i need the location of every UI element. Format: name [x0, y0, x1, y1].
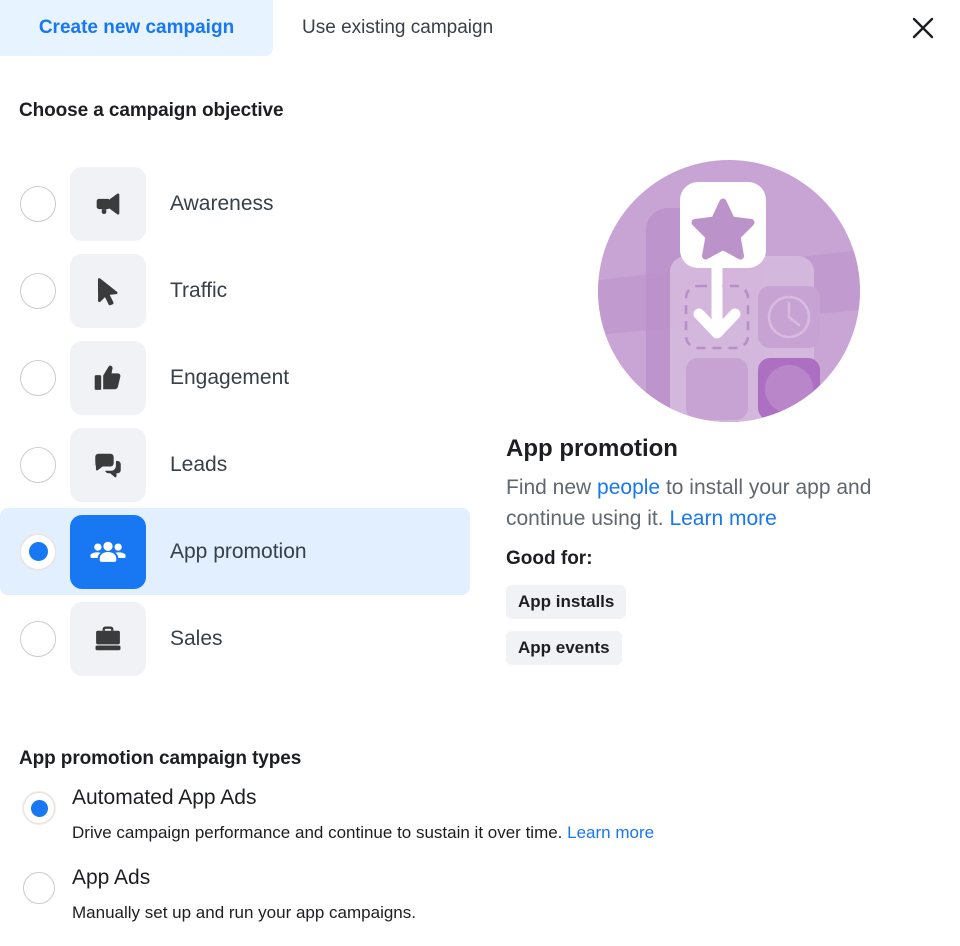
tab-use-existing-campaign-label: Use existing campaign	[302, 17, 494, 38]
detail-learn-more-link[interactable]: Learn more	[669, 507, 776, 530]
campaign-type-desc-automated-app-ads: Drive campaign performance and continue …	[72, 823, 654, 843]
objective-label-engagement: Engagement	[170, 365, 290, 389]
app-install-illustration	[598, 160, 860, 422]
close-icon	[912, 17, 934, 39]
campaign-types-title: App promotion campaign types	[19, 748, 302, 769]
cursor-arrow-icon	[97, 277, 118, 305]
objective-row-leads[interactable]: Leads	[0, 421, 470, 508]
thumbs-up-icon-tile	[70, 340, 146, 415]
objective-label-app-promotion: App promotion	[170, 539, 307, 563]
objective-list: Awareness Traffic Engagement Leads App p…	[0, 160, 470, 682]
detail-description: Find new people to install your app and …	[506, 472, 916, 534]
people-link[interactable]: people	[597, 476, 660, 499]
objective-radio-traffic[interactable]	[20, 272, 56, 309]
briefcase-icon-tile	[70, 601, 146, 676]
objective-section-title: Choose a campaign objective	[19, 100, 284, 121]
tab-create-new-campaign[interactable]: Create new campaign	[0, 0, 273, 56]
campaign-type-row-automated-app-ads[interactable]: Automated App Ads Drive campaign perform…	[0, 786, 800, 866]
campaign-type-learn-more-link[interactable]: Learn more	[567, 823, 654, 842]
objective-row-app-promotion[interactable]: App promotion	[0, 508, 470, 595]
tab-create-new-campaign-label: Create new campaign	[38, 17, 235, 38]
thumbs-up-icon	[94, 365, 121, 390]
campaign-type-radio-app-ads[interactable]	[23, 872, 55, 904]
good-for-chips: App installs App events	[506, 585, 627, 677]
megaphone-icon-tile	[70, 166, 146, 241]
objective-label-traffic: Traffic	[170, 278, 228, 302]
people-group-icon	[90, 541, 126, 562]
campaign-type-row-app-ads[interactable]: App Ads Manually set up and run your app…	[0, 866, 800, 946]
objective-label-sales: Sales	[170, 626, 223, 650]
cursor-arrow-icon-tile	[70, 253, 146, 328]
tab-use-existing-campaign[interactable]: Use existing campaign	[273, 0, 533, 56]
campaign-types-list: Automated App Ads Drive campaign perform…	[0, 786, 800, 946]
objective-row-sales[interactable]: Sales	[0, 595, 470, 682]
objective-row-engagement[interactable]: Engagement	[0, 334, 470, 421]
objective-row-awareness[interactable]: Awareness	[0, 160, 470, 247]
objective-radio-leads[interactable]	[20, 446, 56, 483]
briefcase-icon	[95, 625, 121, 650]
objective-row-traffic[interactable]: Traffic	[0, 247, 470, 334]
objective-radio-sales[interactable]	[20, 620, 56, 657]
chip-app-installs: App installs	[506, 585, 627, 619]
objective-radio-awareness[interactable]	[20, 185, 56, 222]
detail-description-text-1: Find new	[506, 476, 598, 499]
campaign-type-label-automated-app-ads: Automated App Ads	[72, 786, 257, 809]
speech-bubbles-icon	[95, 453, 121, 477]
tab-bar: Create new campaign Use existing campaig…	[0, 0, 960, 56]
detail-title: App promotion	[506, 435, 678, 462]
chip-app-events: App events	[506, 631, 622, 665]
good-for-label: Good for:	[506, 548, 593, 569]
campaign-type-radio-automated-app-ads[interactable]	[23, 792, 55, 824]
campaign-objective-dialog: Create new campaign Use existing campaig…	[0, 0, 960, 946]
campaign-type-desc-text-automated: Drive campaign performance and continue …	[72, 823, 568, 842]
megaphone-icon	[96, 192, 120, 215]
objective-radio-app-promotion[interactable]	[20, 533, 56, 570]
campaign-type-label-app-ads: App Ads	[72, 866, 151, 889]
objective-radio-engagement[interactable]	[20, 359, 56, 396]
close-button[interactable]	[904, 9, 942, 47]
people-group-icon-tile	[70, 514, 146, 589]
speech-bubbles-icon-tile	[70, 427, 146, 502]
objective-label-leads: Leads	[170, 452, 228, 476]
objective-label-awareness: Awareness	[170, 191, 274, 215]
campaign-type-desc-app-ads: Manually set up and run your app campaig…	[72, 903, 416, 922]
